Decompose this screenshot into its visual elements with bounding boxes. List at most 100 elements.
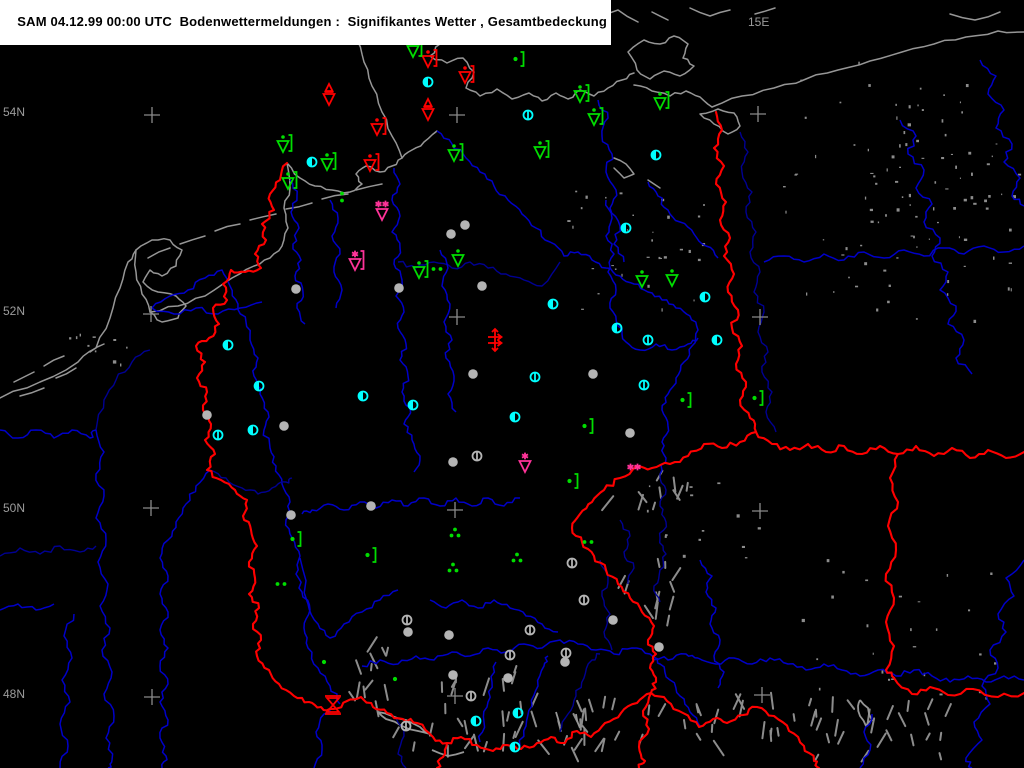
- terrain-speckle: [870, 220, 874, 223]
- coastline: [0, 249, 137, 399]
- stations-layer: [202, 15, 763, 752]
- graticule-cross: [752, 503, 768, 519]
- graticule-cross: [447, 502, 463, 518]
- terrain-speckle: [973, 202, 977, 205]
- terrain-speckle: [736, 514, 740, 518]
- mountain-hatch: [362, 685, 366, 699]
- terrain-speckle: [741, 545, 745, 548]
- station-symbol-rain-vicinity: [566, 473, 578, 489]
- station-symbol-cloud-overcast: [477, 281, 487, 291]
- terrain-layer: [69, 61, 1022, 763]
- river: [429, 599, 559, 633]
- station-symbol-cloud-few: [213, 430, 223, 440]
- terrain-speckle: [899, 166, 901, 168]
- terrain-speckle: [896, 257, 899, 259]
- terrain-speckle: [943, 94, 945, 96]
- terrain-speckle: [1008, 262, 1012, 264]
- station-symbol-rain-vicinity: [581, 418, 593, 434]
- station-symbol-cloud-overcast: [202, 410, 212, 420]
- terrain-speckle: [935, 628, 938, 631]
- terrain-speckle: [591, 268, 595, 270]
- mountain-hatch: [897, 712, 907, 728]
- terrain-speckle: [92, 336, 96, 338]
- country-border: [712, 110, 758, 434]
- mountain-hatch: [657, 703, 667, 717]
- terrain-speckle: [597, 293, 600, 295]
- terrain-speckle: [876, 308, 879, 312]
- terrain-speckle: [701, 530, 705, 532]
- station-symbol-cloud-few: [525, 625, 535, 635]
- terrain-speckle: [963, 238, 968, 241]
- terrain-speckle: [986, 163, 990, 166]
- mountain-hatch: [924, 712, 930, 726]
- river: [329, 199, 343, 309]
- station-symbol-cloud-overcast: [588, 369, 598, 379]
- station-symbol-cloud-few: [579, 595, 589, 605]
- terrain-speckle: [941, 157, 945, 160]
- mountain-hatch: [761, 721, 766, 740]
- terrain-speckle: [963, 198, 967, 202]
- terrain-speckle: [572, 225, 574, 229]
- island-fragment: [321, 193, 349, 200]
- mountain-hatch: [876, 732, 887, 748]
- terrain-speckle: [717, 482, 721, 485]
- station-symbol-cloud-overcast: [394, 283, 404, 293]
- terrain-speckle: [888, 678, 891, 681]
- terrain-speckle: [866, 624, 869, 628]
- terrain-speckle: [801, 618, 805, 623]
- station-symbol-cloud-overcast: [654, 642, 664, 652]
- terrain-speckle: [945, 188, 949, 190]
- terrain-speckle: [955, 165, 957, 169]
- graticule-label: 52N: [3, 304, 25, 318]
- weather-map: 5E10E15E54N52N50N48N: [0, 7, 1024, 768]
- mountain-hatch: [530, 692, 539, 708]
- terrain-speckle: [120, 363, 122, 367]
- station-symbol-funnel: [324, 695, 342, 715]
- terrain-speckle: [872, 652, 874, 655]
- terrain-speckle: [888, 284, 891, 287]
- mountain-hatch: [669, 580, 676, 593]
- map-title: SAM 04.12.99 00:00 UTC Bodenwettermeldun…: [17, 14, 608, 29]
- station-symbol-cloud-overcast: [403, 627, 413, 637]
- terrain-speckle: [860, 244, 863, 247]
- river: [0, 603, 55, 611]
- station-symbol-cloud-half: [223, 340, 233, 350]
- station-symbol-shower-rain-vicinity: [574, 84, 589, 103]
- terrain-speckle: [885, 214, 887, 217]
- terrain-speckle: [921, 109, 924, 111]
- station-symbol-cloud-overcast: [444, 630, 454, 640]
- river: [301, 497, 520, 515]
- mountain-hatch: [383, 683, 389, 701]
- graticule-cross: [750, 106, 766, 122]
- terrain-speckle: [907, 123, 911, 127]
- mountain-hatch: [939, 731, 943, 741]
- terrain-speckle: [908, 193, 911, 198]
- island-fragment: [651, 11, 669, 21]
- mountain-hatch: [885, 729, 893, 742]
- terrain-speckle: [883, 269, 887, 272]
- mountain-hatch: [366, 636, 378, 653]
- mountain-hatch: [834, 718, 839, 737]
- river: [289, 179, 306, 325]
- station-symbol-shower-rain: [452, 248, 464, 267]
- station-symbol-cloud-half: [307, 157, 317, 167]
- river: [313, 708, 331, 768]
- weather-app-window: 5E10E15E54N52N50N48N SAM 04.12.99 00:00 …: [0, 0, 1024, 768]
- terrain-speckle: [113, 339, 117, 341]
- terrain-speckle: [664, 535, 667, 538]
- terrain-speckle: [804, 116, 807, 119]
- river: [477, 661, 497, 743]
- station-symbol-cloud-half: [254, 381, 264, 391]
- terrain-speckle: [1007, 287, 1010, 291]
- station-symbol-cloud-few: [523, 110, 533, 120]
- graticule-cross: [752, 309, 768, 325]
- mountain-hatch: [355, 659, 362, 675]
- terrain-speckle: [580, 207, 583, 210]
- station-symbol-cloud-overcast: [460, 220, 470, 230]
- river: [0, 545, 97, 557]
- mountain-hatch: [385, 646, 389, 657]
- river: [151, 269, 341, 705]
- station-symbol-cloud-few: [530, 372, 540, 382]
- station-symbol-shower-rain-vicinity: [588, 107, 603, 126]
- terrain-speckle: [944, 133, 947, 137]
